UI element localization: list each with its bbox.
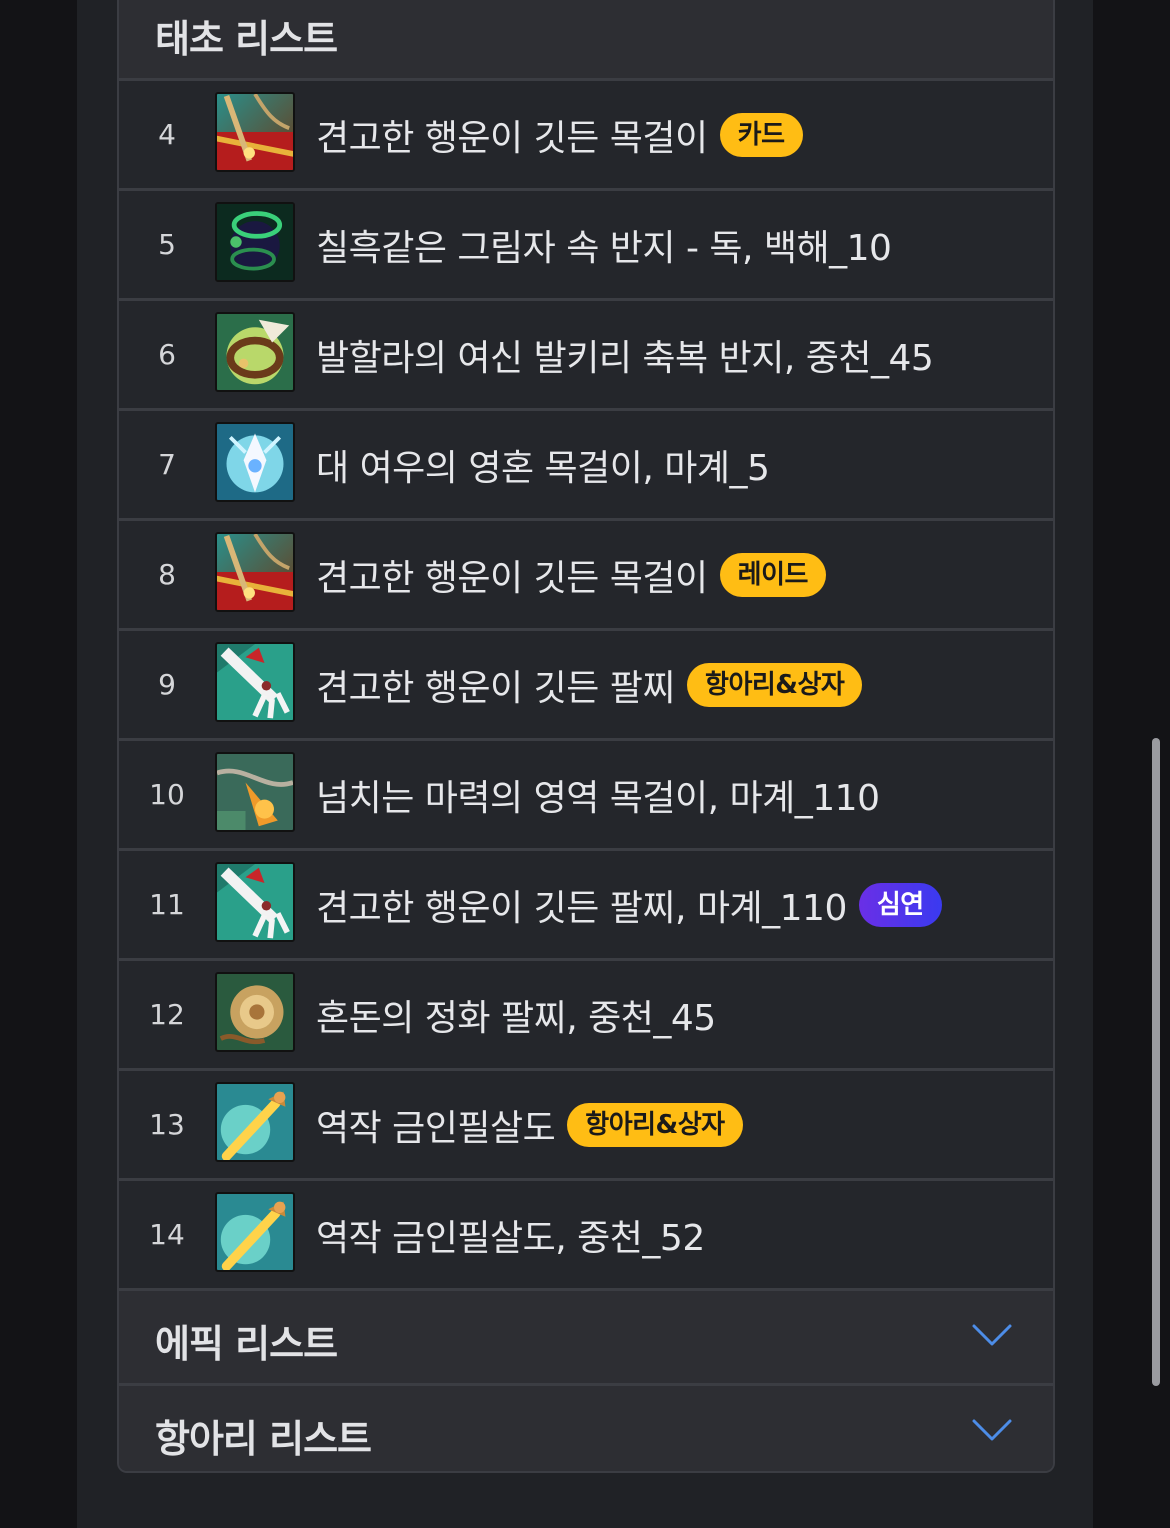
list-item[interactable]: 8 견고한 행운이 깃든 목걸이 레이드 [119, 521, 1053, 631]
list-item[interactable]: 10 넘치는 마력의 영역 목걸이, 마계_110 [119, 741, 1053, 851]
item-rank: 12 [149, 998, 185, 1031]
epic-list-title: 에픽 리스트 [155, 1322, 338, 1366]
item-badge: 레이드 [719, 552, 826, 597]
list-item[interactable]: 13 역작 금인필살도 항아리&상자 [119, 1071, 1053, 1181]
item-name-wrap: 넘치는 마력의 영역 목걸이, 마계_110 [316, 741, 880, 848]
list-item[interactable]: 11 견고한 행운이 깃든 팔찌, 마계_110 심연 [119, 851, 1053, 961]
list-item[interactable]: 7 대 여우의 영혼 목걸이, 마계_5 [119, 411, 1053, 521]
jar-list-title: 항아리 리스트 [155, 1417, 372, 1461]
item-name-wrap: 발할라의 여신 발키리 축복 반지, 중천_45 [316, 301, 934, 408]
item-name[interactable]: 넘치는 마력의 영역 목걸이, 마계_110 [316, 769, 880, 821]
taecho-list-header[interactable]: 태초 리스트 [119, 0, 1053, 81]
item-name-wrap: 대 여우의 영혼 목걸이, 마계_5 [316, 411, 770, 518]
page: 태초 리스트 4 견고한 행운이 깃든 목걸이 카드 5 칠흑같은 그림자 속 반지 -… [0, 0, 1170, 1528]
item-name-wrap: 역작 금인필살도 항아리&상자 [316, 1071, 743, 1178]
item-rank: 7 [158, 448, 176, 481]
list-item[interactable]: 5 칠흑같은 그림자 속 반지 - 독, 백해_10 [119, 191, 1053, 301]
scrollbar[interactable] [1152, 738, 1160, 1386]
list-item[interactable]: 4 견고한 행운이 깃든 목걸이 카드 [119, 81, 1053, 191]
chevron-down-icon[interactable] [971, 1321, 1013, 1349]
item-name[interactable]: 칠흑같은 그림자 속 반지 - 독, 백해_10 [316, 219, 892, 271]
list-item[interactable]: 9 견고한 행운이 깃든 팔찌 항아리&상자 [119, 631, 1053, 741]
item-rank: 13 [149, 1108, 185, 1141]
golden-sword-icon[interactable] [215, 1082, 295, 1162]
item-badge: 카드 [719, 112, 803, 157]
item-badge: 항아리&상자 [687, 662, 863, 707]
item-list-box: 태초 리스트 4 견고한 행운이 깃든 목걸이 카드 5 칠흑같은 그림자 속 반지 -… [117, 0, 1055, 1473]
item-name-wrap: 역작 금인필살도, 중천_52 [316, 1181, 705, 1288]
item-name-wrap: 혼돈의 정화 팔찌, 중천_45 [316, 961, 716, 1068]
item-name-wrap: 견고한 행운이 깃든 팔찌 항아리&상자 [316, 631, 863, 738]
item-name[interactable]: 역작 금인필살도, 중천_52 [316, 1209, 705, 1261]
jar-list-header[interactable]: 항아리 리스트 [119, 1386, 1053, 1471]
item-badge: 심연 [858, 882, 942, 927]
item-rank: 9 [158, 668, 176, 701]
list-item[interactable]: 6 발할라의 여신 발키리 축복 반지, 중천_45 [119, 301, 1053, 411]
item-rank: 14 [149, 1218, 185, 1251]
item-name-wrap: 견고한 행운이 깃든 목걸이 레이드 [316, 521, 826, 628]
item-name[interactable]: 견고한 행운이 깃든 목걸이 [316, 549, 708, 601]
shadow-ring-icon[interactable] [215, 202, 295, 282]
mana-necklace-icon[interactable] [215, 752, 295, 832]
item-rank: 5 [158, 228, 176, 261]
list-item[interactable]: 14 역작 금인필살도, 중천_52 [119, 1181, 1053, 1291]
item-rank: 6 [158, 338, 176, 371]
item-name[interactable]: 역작 금인필살도 [316, 1099, 556, 1151]
item-rank: 8 [158, 558, 176, 591]
valkyrie-ring-icon[interactable] [215, 312, 295, 392]
item-rank: 10 [149, 778, 185, 811]
item-name-wrap: 견고한 행운이 깃든 목걸이 카드 [316, 81, 803, 188]
item-name-wrap: 견고한 행운이 깃든 팔찌, 마계_110 심연 [316, 851, 942, 958]
item-rank: 11 [149, 888, 185, 921]
epic-list-header[interactable]: 에픽 리스트 [119, 1291, 1053, 1386]
chaos-bracelet-icon[interactable] [215, 972, 295, 1052]
item-rank: 4 [158, 118, 176, 151]
item-name[interactable]: 대 여우의 영혼 목걸이, 마계_5 [316, 439, 770, 491]
chevron-down-icon[interactable] [971, 1416, 1013, 1444]
necklace-red-icon[interactable] [215, 532, 295, 612]
list-item[interactable]: 12 혼돈의 정화 팔찌, 중천_45 [119, 961, 1053, 1071]
item-name[interactable]: 발할라의 여신 발키리 축복 반지, 중천_45 [316, 329, 934, 381]
taecho-list-title: 태초 리스트 [155, 17, 338, 61]
taecho-list-rows: 4 견고한 행운이 깃든 목걸이 카드 5 칠흑같은 그림자 속 반지 - 독, 백해_… [119, 81, 1053, 1291]
item-name[interactable]: 견고한 행운이 깃든 목걸이 [316, 109, 708, 161]
item-name[interactable]: 견고한 행운이 깃든 팔찌, 마계_110 [316, 879, 847, 931]
item-name-wrap: 칠흑같은 그림자 속 반지 - 독, 백해_10 [316, 191, 892, 298]
golden-sword-icon[interactable] [215, 1192, 295, 1272]
bracelet-icon[interactable] [215, 862, 295, 942]
bracelet-icon[interactable] [215, 642, 295, 722]
item-name[interactable]: 혼돈의 정화 팔찌, 중천_45 [316, 989, 716, 1041]
fox-necklace-icon[interactable] [215, 422, 295, 502]
item-badge: 항아리&상자 [567, 1102, 743, 1147]
item-name[interactable]: 견고한 행운이 깃든 팔찌 [316, 659, 676, 711]
necklace-red-icon[interactable] [215, 92, 295, 172]
